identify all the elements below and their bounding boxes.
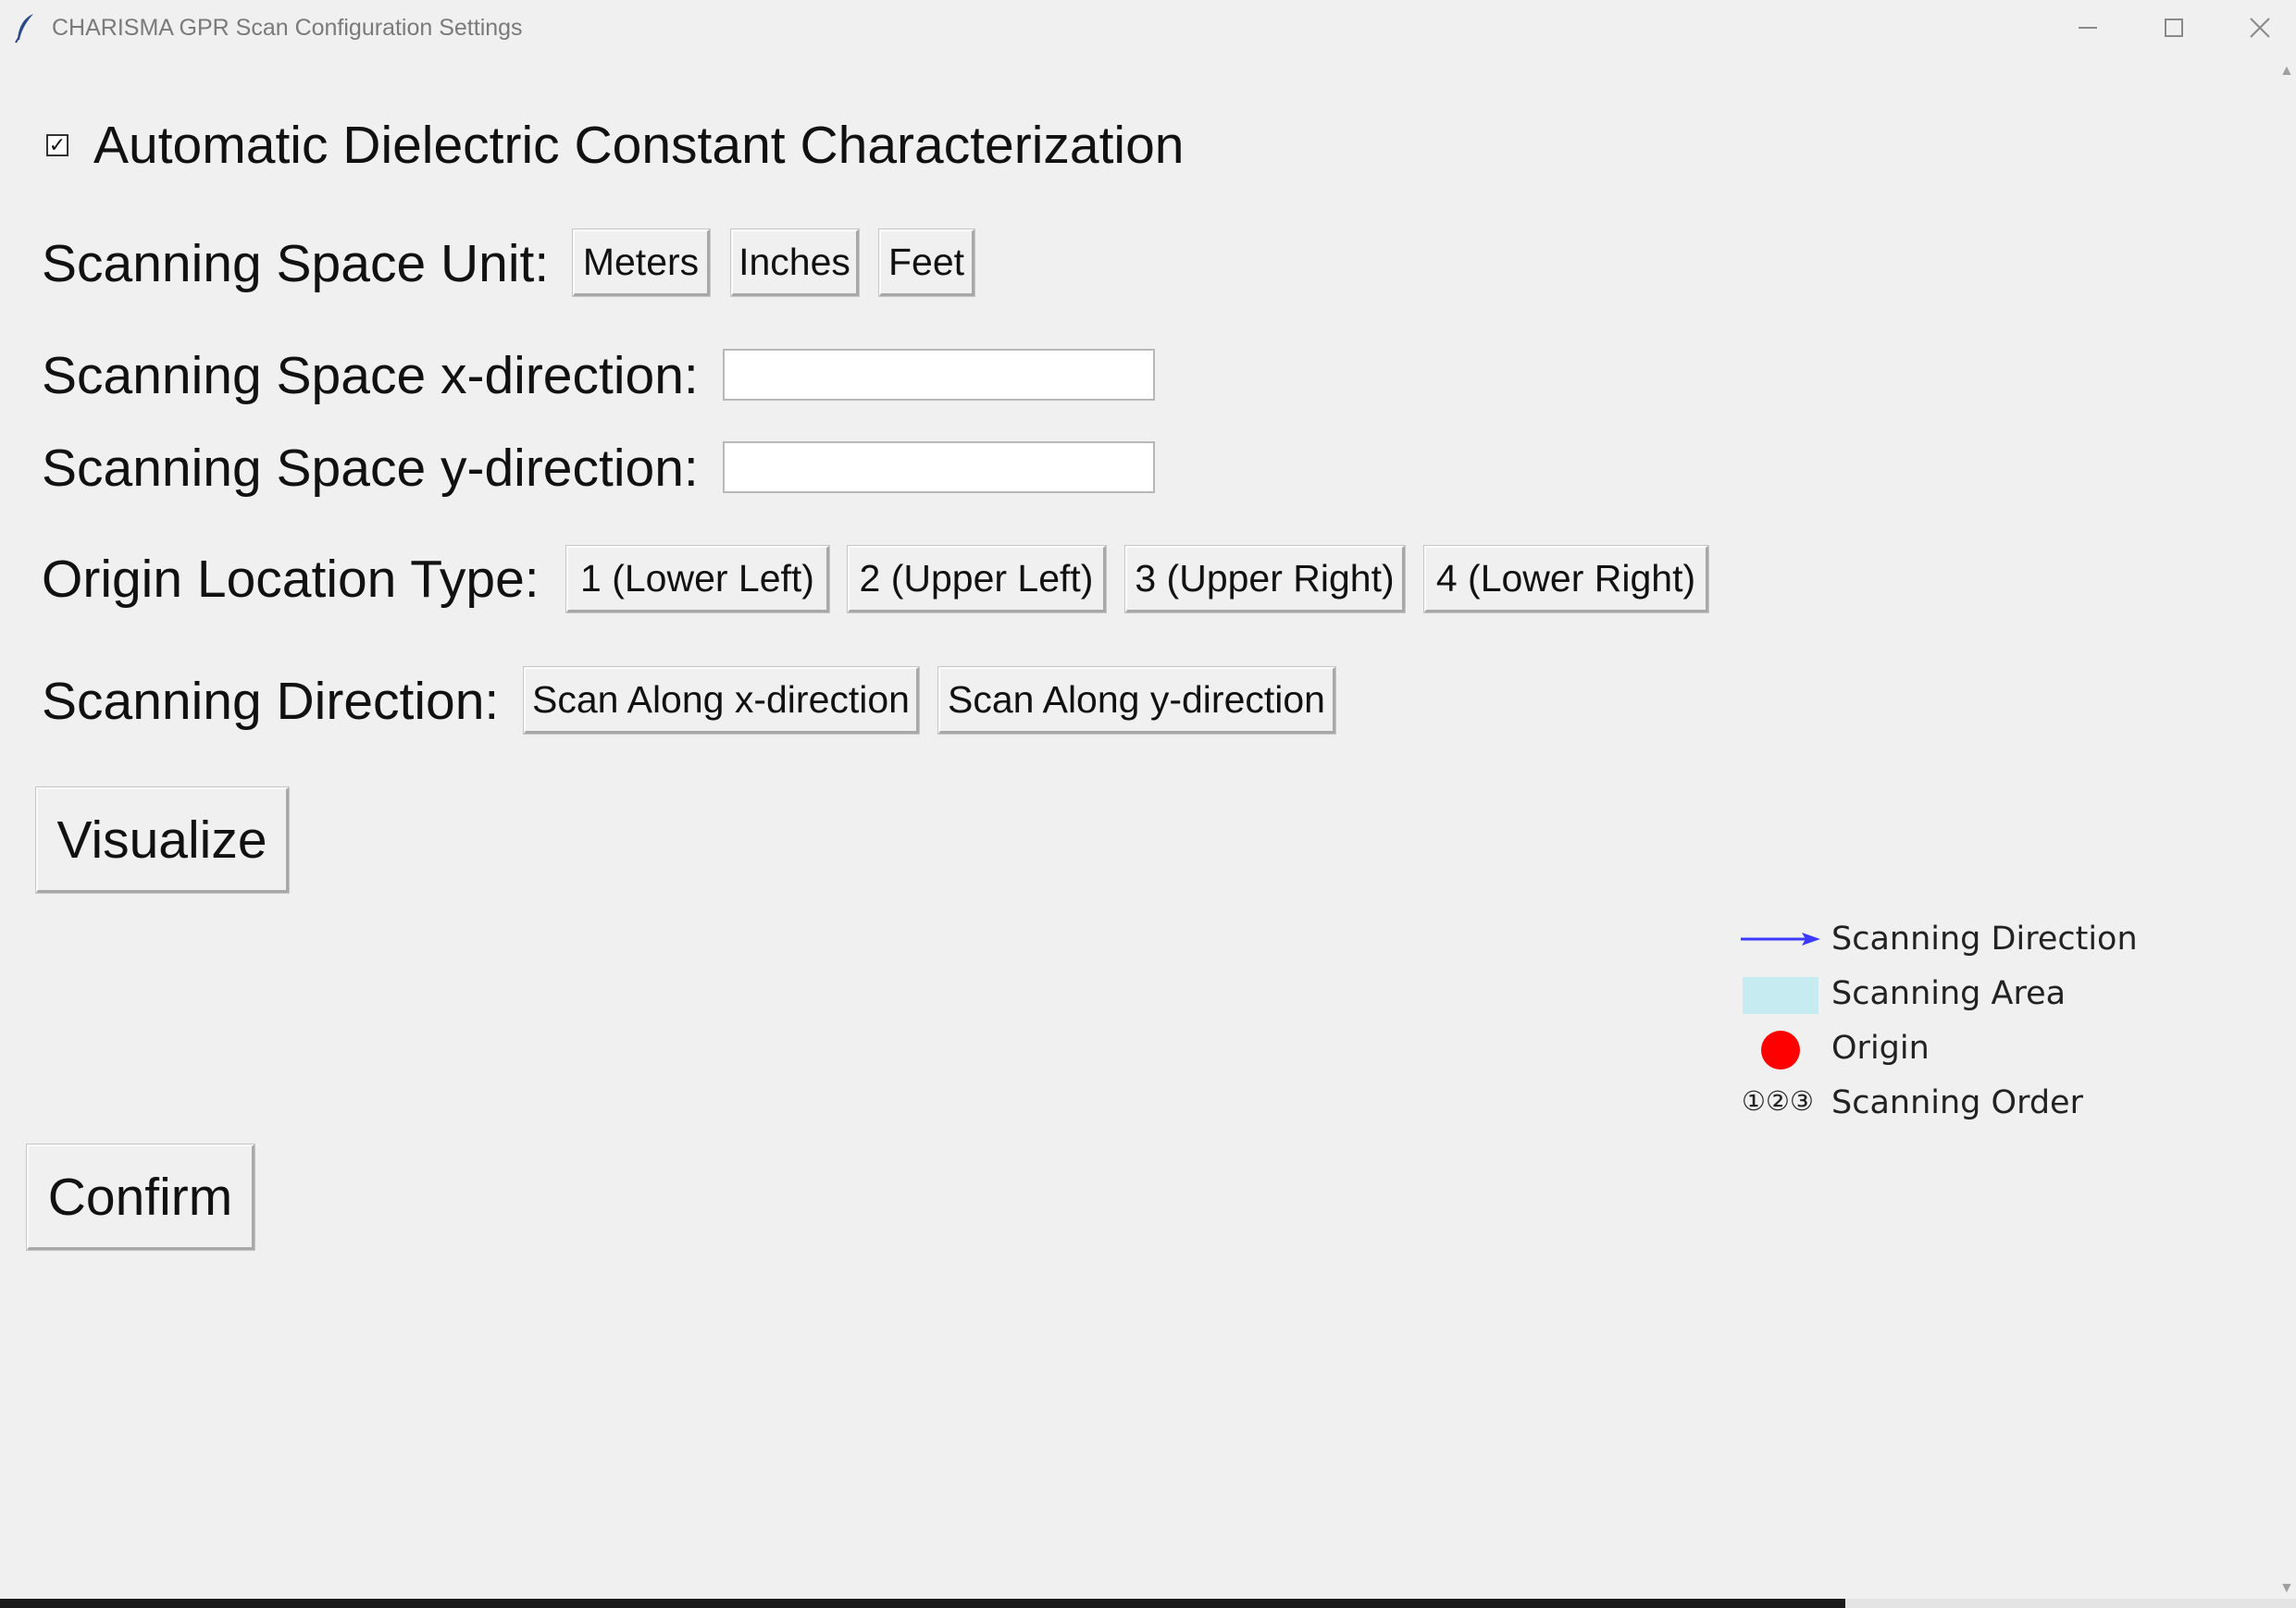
origin-upper-right-button[interactable]: 3 (Upper Right) <box>1125 546 1405 612</box>
scanning-direction-label: Scanning Direction: <box>42 672 500 731</box>
scanning-order-icon: ①②③ <box>1742 1085 1814 1117</box>
y-direction-input[interactable] <box>723 441 1155 493</box>
scanning-area-swatch <box>1743 977 1818 1014</box>
arrow-right-icon <box>1741 933 1820 946</box>
x-direction-input[interactable] <box>723 349 1155 401</box>
auto-dielectric-checkbox[interactable]: ✓ <box>46 134 68 156</box>
y-direction-label: Scanning Space y-direction: <box>42 439 699 498</box>
scan-unit-label: Scanning Space Unit: <box>42 234 550 293</box>
unit-feet-button[interactable]: Feet <box>879 229 974 296</box>
origin-location-label: Origin Location Type: <box>42 550 540 609</box>
feather-icon <box>15 14 33 43</box>
scan-x-direction-button[interactable]: Scan Along x-direction <box>524 667 919 734</box>
origin-upper-left-button[interactable]: 2 (Upper Left) <box>848 546 1106 612</box>
visualize-button[interactable]: Visualize <box>36 787 289 893</box>
close-icon <box>2250 18 2270 38</box>
confirm-button[interactable]: Confirm <box>27 1144 254 1250</box>
vertical-scrollbar[interactable]: ▲ ▼ <box>2276 57 2296 1601</box>
legend-origin: Origin <box>1831 1030 1930 1067</box>
scroll-up-icon[interactable]: ▲ <box>2279 63 2294 80</box>
auto-dielectric-label[interactable]: Automatic Dielectric Constant Characteri… <box>93 119 1185 172</box>
unit-meters-button[interactable]: Meters <box>573 229 710 296</box>
scan-y-direction-button[interactable]: Scan Along y-direction <box>938 667 1335 734</box>
scroll-down-icon[interactable]: ▼ <box>2279 1580 2294 1597</box>
horizontal-scrollbar-thumb[interactable] <box>0 1599 1845 1608</box>
window-title: CHARISMA GPR Scan Configuration Settings <box>52 15 523 41</box>
x-direction-label: Scanning Space x-direction: <box>42 346 699 405</box>
origin-dot-icon <box>1761 1031 1800 1070</box>
close-button[interactable] <box>2217 0 2296 56</box>
checkmark-icon: ✓ <box>48 133 67 156</box>
minimize-icon <box>2079 27 2097 29</box>
origin-lower-right-button[interactable]: 4 (Lower Right) <box>1424 546 1708 612</box>
legend-scanning-order: Scanning Order <box>1831 1084 2083 1121</box>
unit-inches-button[interactable]: Inches <box>731 229 859 296</box>
origin-lower-left-button[interactable]: 1 (Lower Left) <box>566 546 829 612</box>
title-bar[interactable]: CHARISMA GPR Scan Configuration Settings <box>0 0 2296 57</box>
maximize-button[interactable] <box>2131 0 2216 56</box>
legend-scanning-direction: Scanning Direction <box>1831 921 2138 958</box>
main-window: CHARISMA GPR Scan Configuration Settings… <box>0 0 2296 1608</box>
legend-scanning-area: Scanning Area <box>1831 975 2066 1012</box>
minimize-button[interactable] <box>2045 0 2130 56</box>
maximize-icon <box>2165 19 2183 37</box>
